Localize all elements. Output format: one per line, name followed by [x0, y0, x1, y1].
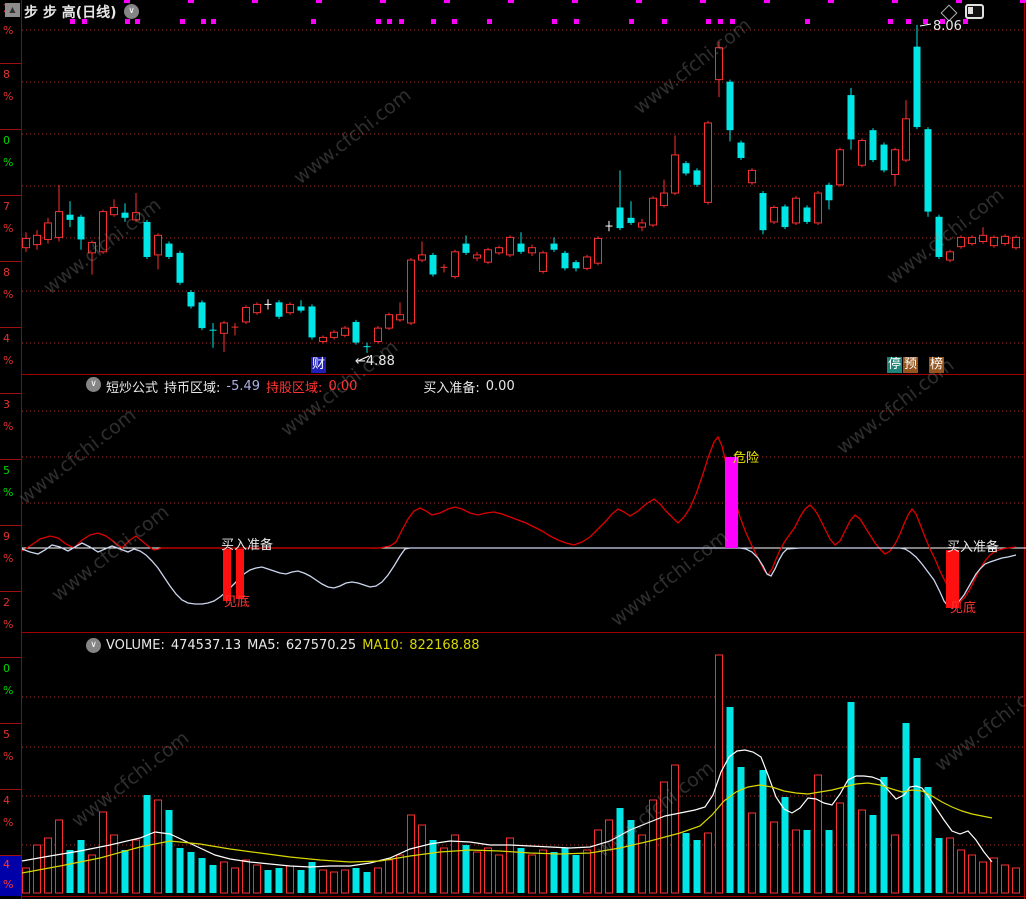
watermark-text: www.cfchi.com	[290, 84, 416, 189]
chevron-down-icon[interactable]: ∨	[86, 377, 101, 392]
quote-row-selected[interactable]: 4%	[0, 856, 21, 896]
quote-row-value[interactable]: 8	[3, 266, 10, 279]
quote-row-value[interactable]: 5	[3, 464, 10, 477]
quote-row-value[interactable]: 0	[3, 662, 10, 675]
field-label: 买入准备:	[423, 381, 480, 396]
panel-layout-icon[interactable]	[965, 4, 984, 19]
yu-button[interactable]: 预	[903, 357, 919, 373]
quote-row-value[interactable]: 3	[3, 398, 10, 411]
indicator-name: 短炒公式	[106, 381, 159, 396]
quote-row-value[interactable]: 0	[3, 134, 10, 147]
field-value: 0.00	[485, 379, 515, 394]
quote-row-value[interactable]: 8	[3, 68, 10, 81]
chart-canvas[interactable]: www.cfchi.comwww.cfchi.comwww.cfchi.comw…	[0, 0, 1026, 899]
high-price-label: 8.06	[933, 19, 962, 34]
watermark-text: www.cfchi.com	[607, 526, 733, 631]
indicator-header: 短炒公式 持币区域: -5.49 持股区域: 0.00 买入准备: 0.00	[106, 377, 515, 396]
quote-row-value[interactable]: 2	[3, 596, 10, 609]
volume-header: VOLUME: 474537.13 MA5: 627570.25 MA10: 8…	[106, 638, 480, 653]
trading-app-window: www.cfchi.com www.cfchi.com www.cfchi.com w…	[0, 0, 1026, 899]
quote-row-value[interactable]: 4	[3, 332, 10, 345]
quote-row-value[interactable]: 5	[3, 728, 10, 741]
danger-label: 危险	[733, 451, 760, 466]
page-title: 步 步 高(日线)	[24, 5, 117, 21]
ma10-label: MA10:	[362, 638, 404, 653]
ma5-label: MA5:	[247, 638, 280, 653]
chevron-down-icon[interactable]: ∨	[86, 638, 101, 653]
chevron-down-icon[interactable]: ∨	[124, 4, 139, 19]
field-value: 0.00	[328, 379, 358, 394]
scroll-up-button[interactable]: ▲	[5, 3, 20, 17]
volume-value: 474537.13	[170, 638, 242, 653]
watermark-text: www.cfchi.com	[48, 501, 174, 606]
buy-ready-label-left: 买入准备	[221, 538, 274, 553]
watermark-text: www.cfchi.com	[931, 671, 1026, 776]
bottom-signal-label-left: 见底	[224, 595, 251, 610]
low-price-label: ←4.88	[355, 354, 395, 369]
quote-row-value[interactable]: 9	[3, 530, 10, 543]
bang-button[interactable]: 榜	[929, 357, 945, 373]
quote-row-value[interactable]: 7	[3, 200, 10, 213]
ma5-value: 627570.25	[285, 638, 357, 653]
watermark-text: www.cfchi.com	[630, 14, 756, 119]
field-label: 持币区域:	[164, 381, 221, 396]
watermark-text: www.cfchi.com	[68, 727, 194, 832]
bottom-signal-label-right: 见底	[950, 601, 977, 616]
quote-row-value[interactable]: 4	[3, 794, 10, 807]
quote-list-sidebar[interactable]: 2%8%0%7%8%4%3%5%9%2%0%5%4%4%	[0, 0, 21, 899]
ting-button[interactable]: 停	[887, 357, 903, 373]
watermark-text: www.cfchi.com	[883, 184, 1009, 289]
watermark-text: www.cfchi.com	[15, 404, 141, 509]
field-value: -5.49	[226, 379, 261, 394]
volume-label: VOLUME:	[106, 638, 165, 653]
field-label: 持股区域:	[266, 381, 323, 396]
ma10-value: 822168.88	[409, 638, 480, 653]
cai-badge[interactable]: 财	[311, 357, 327, 373]
buy-ready-label-right: 买入准备	[947, 540, 1000, 555]
